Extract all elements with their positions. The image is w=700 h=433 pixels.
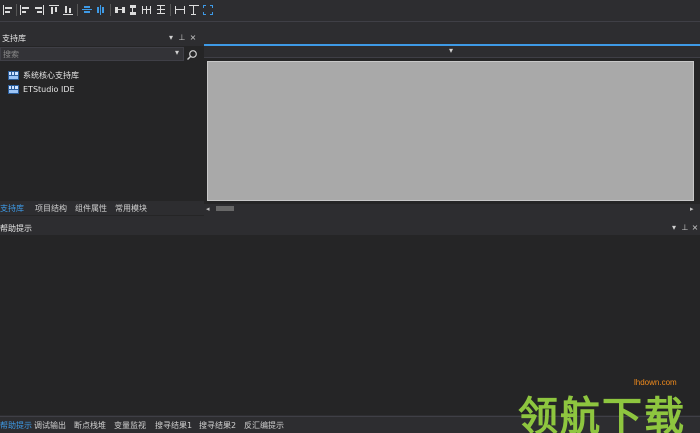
- close-icon[interactable]: ×: [690, 222, 700, 233]
- align-bottom-icon[interactable]: [62, 4, 74, 16]
- search-placeholder: 搜索: [3, 50, 19, 59]
- library-panel-header: 支持库 ▾ ⊥ ×: [0, 30, 204, 46]
- library-item-label: 系统核心支持库: [23, 71, 79, 80]
- library-item-label: ETStudio IDE: [23, 85, 75, 94]
- tab-debug-output[interactable]: 调试输出: [34, 420, 66, 431]
- scroll-thumb[interactable]: [216, 206, 234, 211]
- library-icon: [8, 85, 19, 94]
- left-panel-tabs: 支持库 项目结构 组件属性 常用模块: [0, 201, 204, 215]
- library-search-input[interactable]: 搜索: [0, 47, 184, 61]
- panel-dropdown-icon[interactable]: ▾: [669, 222, 679, 233]
- align-left-icon[interactable]: [2, 4, 14, 16]
- tab-project-structure[interactable]: 项目结构: [35, 203, 67, 214]
- same-size-icon[interactable]: [174, 4, 186, 16]
- equal-width-icon[interactable]: [141, 4, 153, 16]
- toolbar-separator: [77, 4, 78, 16]
- center-horizontal-icon[interactable]: [81, 4, 93, 16]
- search-icon[interactable]: [186, 49, 198, 61]
- tab-disassembly[interactable]: 反汇编提示: [244, 420, 284, 431]
- scroll-right-icon[interactable]: ▸: [690, 205, 698, 213]
- editor-dropdown-icon[interactable]: ▾: [449, 44, 457, 55]
- watermark: lhdown.com 领航下载: [518, 370, 698, 433]
- fit-height-icon[interactable]: [188, 4, 200, 16]
- scroll-left-icon[interactable]: ◂: [206, 205, 214, 213]
- pin-icon[interactable]: ⊥: [177, 32, 187, 43]
- fit-screen-icon[interactable]: [202, 4, 214, 16]
- space-horizontal-icon[interactable]: [114, 4, 126, 16]
- tab-library[interactable]: 支持库: [0, 203, 24, 214]
- tab-search-results-1[interactable]: 搜寻结果1: [155, 420, 192, 431]
- tab-help[interactable]: 帮助提示: [0, 420, 32, 431]
- output-panel-title: 帮助提示: [0, 224, 32, 233]
- horizontal-scrollbar[interactable]: ◂ ▸: [204, 204, 700, 214]
- library-icon: [8, 71, 19, 80]
- search-dropdown-icon[interactable]: ▾: [175, 46, 181, 57]
- equal-height-icon[interactable]: [155, 4, 167, 16]
- align-center-h-icon[interactable]: [19, 4, 31, 16]
- watermark-text: 领航下载: [518, 394, 686, 433]
- space-vertical-icon[interactable]: [127, 4, 139, 16]
- tab-variable-watch[interactable]: 变量监视: [114, 420, 146, 431]
- tab-breakpoints[interactable]: 断点栈堆: [74, 420, 106, 431]
- align-right-icon[interactable]: [33, 4, 45, 16]
- pin-icon[interactable]: ⊥: [680, 222, 690, 233]
- toolbar-separator: [110, 4, 111, 16]
- center-vertical-icon[interactable]: [95, 4, 107, 16]
- panel-dropdown-icon[interactable]: ▾: [166, 32, 176, 43]
- tab-component-properties[interactable]: 组件属性: [75, 203, 107, 214]
- library-panel: 支持库 ▾ ⊥ × 搜索 ▾ 系统核心支持库 ETStudio IDE: [0, 30, 204, 216]
- close-icon[interactable]: ×: [188, 32, 198, 43]
- toolbar-separator: [170, 4, 171, 16]
- design-canvas[interactable]: [207, 61, 694, 201]
- align-top-icon[interactable]: [48, 4, 60, 16]
- library-panel-title: 支持库: [2, 34, 26, 43]
- layout-toolbar: [0, 0, 700, 22]
- tab-common-modules[interactable]: 常用模块: [115, 203, 147, 214]
- tab-search-results-2[interactable]: 搜寻结果2: [199, 420, 236, 431]
- toolbar-separator: [16, 4, 17, 16]
- output-panel-header: 帮助提示 ▾ ⊥ ×: [0, 222, 700, 235]
